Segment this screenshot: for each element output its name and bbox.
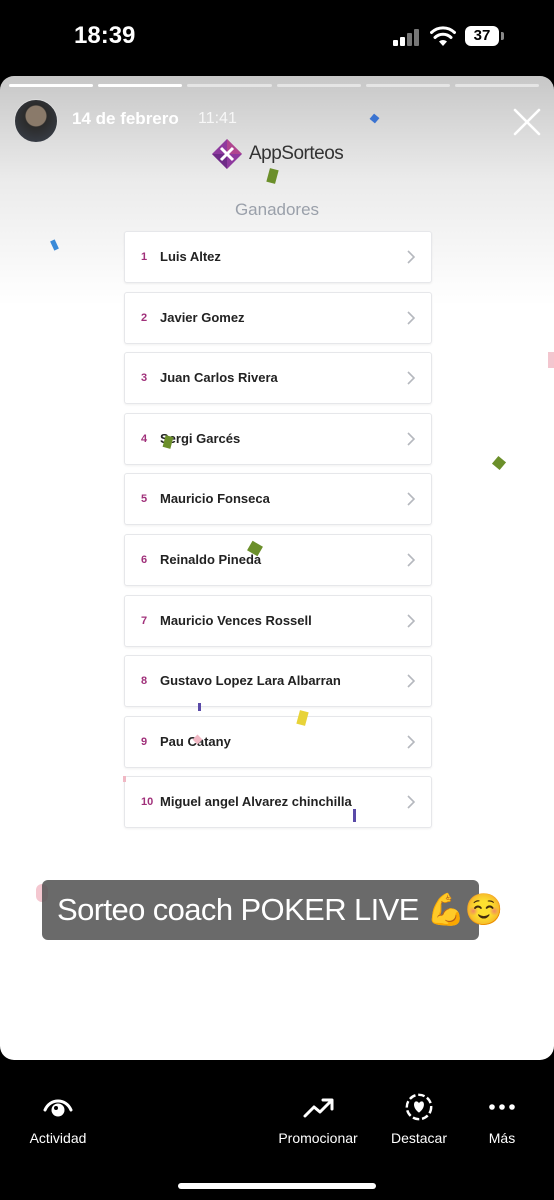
battery-tip <box>501 32 504 40</box>
winner-row[interactable]: 8 Gustavo Lopez Lara Albarran <box>124 655 432 708</box>
winner-row[interactable]: 6 Reinaldo Pineda <box>124 533 432 586</box>
highlight-button[interactable]: Destacar <box>381 1092 457 1146</box>
winner-name: Luis Altez <box>160 249 221 264</box>
avatar[interactable] <box>14 99 58 143</box>
winner-list: 1 Luis Altez 2 Javier Gomez 3 Juan Carlos Riv… <box>124 231 432 837</box>
winner-rank: 9 <box>141 735 148 748</box>
story-progress <box>9 84 540 87</box>
winner-row[interactable]: 2 Javier Gomez <box>124 291 432 344</box>
logo-text: AppSorteos <box>249 143 344 164</box>
chevron-right-icon <box>407 250 415 264</box>
winner-rank: 3 <box>141 372 148 385</box>
story-progress-segment <box>187 84 272 87</box>
story-progress-segment <box>365 84 450 87</box>
promote-button[interactable]: Promocionar <box>270 1094 366 1146</box>
winner-rank: 4 <box>141 432 148 445</box>
chevron-right-icon <box>407 735 415 749</box>
status-time: 18:39 <box>74 22 136 49</box>
home-indicator[interactable] <box>178 1183 376 1189</box>
confetti-piece <box>266 168 279 184</box>
winner-name: Reinaldo Pineda <box>160 551 262 567</box>
appsorteos-logo-icon <box>212 139 242 169</box>
winner-rank: 7 <box>141 614 148 627</box>
winner-row[interactable]: 5 Mauricio Fonseca <box>124 473 432 526</box>
chevron-right-icon <box>407 613 415 628</box>
status-bar: 18:39 37 <box>0 0 554 76</box>
story-progress-segment <box>454 84 540 87</box>
winner-name: Miguel angel Alvarez chinchilla <box>160 794 352 810</box>
more-label: Más <box>488 1130 516 1146</box>
more-button[interactable]: Más <box>472 1094 532 1146</box>
winner-rank: 8 <box>141 675 148 688</box>
chevron-right-icon <box>407 492 415 506</box>
more-icon <box>489 1104 515 1110</box>
signal-icon <box>393 28 423 46</box>
winner-rank: 1 <box>141 251 148 263</box>
story-card[interactable]: 14 de febrero 11:41 AppSorteos Ganadores… <box>0 76 554 1060</box>
chevron-right-icon <box>407 795 415 809</box>
chevron-right-icon <box>407 432 415 446</box>
wifi-icon <box>430 26 456 46</box>
chevron-right-icon <box>407 371 415 385</box>
promote-label: Promocionar <box>278 1130 358 1146</box>
highlight-heart-icon <box>405 1093 433 1121</box>
winner-row[interactable]: 10 Miguel angel Alvarez chinchilla <box>124 776 432 829</box>
confetti-piece <box>123 776 126 782</box>
winner-rank: 5 <box>141 493 148 506</box>
story-time: 11:41 <box>198 110 237 127</box>
trending-up-icon <box>303 1098 334 1118</box>
confetti-piece <box>50 239 59 251</box>
story-progress-segment <box>9 84 94 87</box>
activity-label: Actividad <box>29 1130 87 1146</box>
winner-name: Javier Gomez <box>160 309 245 325</box>
winner-row[interactable]: 7 Mauricio Vences Rossell <box>124 594 432 647</box>
section-title: Ganadores <box>234 200 320 219</box>
eye-icon <box>43 1099 73 1117</box>
confetti-piece <box>548 352 554 368</box>
story-progress-segment <box>98 84 183 87</box>
winner-name: Gustavo Lopez Lara Albarran <box>160 673 341 689</box>
winner-rank: 10 <box>141 796 154 809</box>
story-caption: Sorteo coach POKER LIVE 💪☺️ <box>42 880 503 940</box>
winner-row[interactable]: 1 Luis Altez <box>124 231 432 283</box>
story-progress-segment <box>276 84 361 87</box>
chevron-right-icon <box>407 311 415 325</box>
winner-row[interactable]: 3 Juan Carlos Rivera <box>124 352 432 405</box>
chevron-right-icon <box>407 674 415 688</box>
winner-name: Juan Carlos Rivera <box>160 370 278 386</box>
confetti-piece <box>491 455 507 471</box>
highlight-label: Destacar <box>390 1130 448 1146</box>
story-date: 14 de febrero <box>72 109 179 128</box>
chevron-right-icon <box>407 553 415 567</box>
close-icon[interactable] <box>510 105 544 139</box>
winner-row[interactable]: 9 Pau Catany <box>124 715 432 768</box>
confetti-piece <box>369 113 380 124</box>
winner-name: Mauricio Vences Rossell <box>160 612 312 628</box>
battery-icon: 37 <box>465 26 499 46</box>
confetti-piece <box>198 703 201 711</box>
winner-rank: 6 <box>141 553 148 566</box>
activity-button[interactable]: Actividad <box>20 1094 96 1146</box>
winner-rank: 2 <box>141 311 148 324</box>
winner-name: Mauricio Fonseca <box>160 491 270 507</box>
appsorteos-logo: AppSorteos <box>211 138 344 170</box>
confetti-piece <box>353 809 356 822</box>
